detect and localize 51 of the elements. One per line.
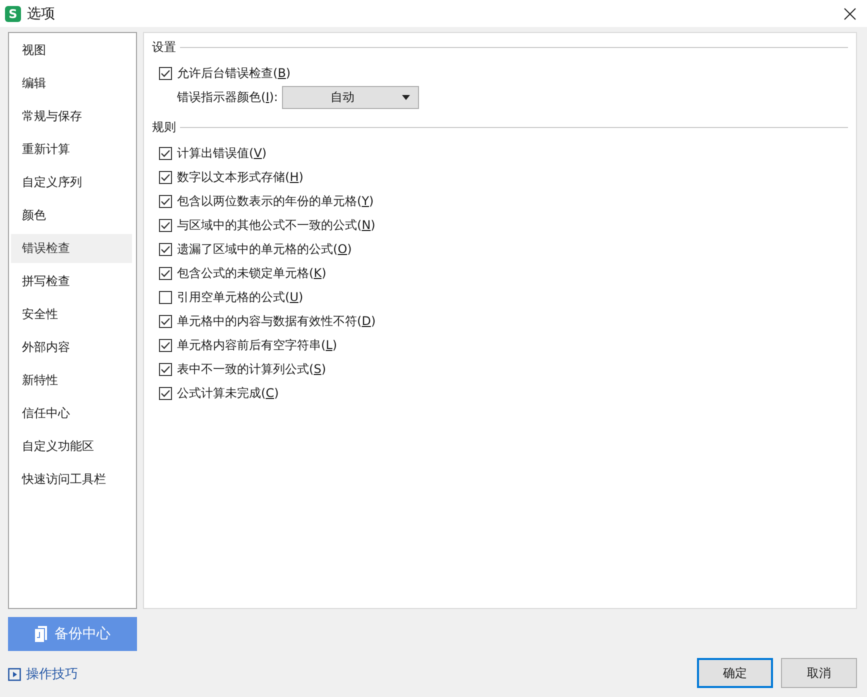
caret-icon (402, 94, 410, 100)
checkbox[interactable] (159, 218, 172, 232)
checkbox-label[interactable]: 计算出错误值(V) (177, 144, 267, 162)
field-label: 错误指示器颜色(I): (177, 88, 278, 106)
checkbox-label[interactable]: 单元格中的内容与数据有效性不符(D) (177, 312, 376, 330)
sidebar-item[interactable]: 颜色 (11, 201, 132, 230)
checkbox-label[interactable]: 引用空单元格的公式(U) (177, 288, 304, 306)
sidebar-item[interactable]: 重新计算 (11, 135, 132, 164)
color-dropdown[interactable]: 自动 (282, 86, 419, 108)
dialog-button[interactable]: 确定 (697, 658, 773, 688)
checkbox-label[interactable]: 包含公式的未锁定单元格(K) (177, 264, 326, 282)
checkbox[interactable] (159, 314, 172, 328)
sidebar-item[interactable]: 视图 (11, 36, 132, 65)
checkbox[interactable] (159, 386, 172, 400)
checkbox[interactable] (159, 290, 172, 304)
document-icon (34, 626, 46, 642)
checkbox[interactable] (159, 266, 172, 280)
checkbox[interactable] (159, 362, 172, 376)
checkbox[interactable] (159, 170, 172, 184)
sidebar-item[interactable]: 安全性 (11, 300, 132, 329)
checkbox-label[interactable]: 与区域中的其他公式不一致的公式(N) (177, 216, 376, 234)
checkbox[interactable] (159, 194, 172, 208)
checkbox-label[interactable]: 公式计算未完成(C) (177, 384, 279, 402)
checkbox[interactable] (159, 146, 172, 160)
sidebar-item[interactable]: 信任中心 (11, 399, 132, 428)
sidebar-item[interactable]: 新特性 (11, 366, 132, 395)
sidebar-item[interactable]: 自定义功能区 (11, 432, 132, 461)
sidebar-item[interactable]: 自定义序列 (11, 168, 132, 197)
sidebar-item[interactable]: 错误检查 (11, 234, 132, 263)
sidebar-item[interactable]: 编辑 (11, 69, 132, 98)
app-logo: S (5, 6, 21, 22)
section-title: 规则 (152, 118, 176, 136)
checkbox-label[interactable]: 包含以两位数表示的年份的单元格(Y) (177, 192, 374, 210)
play-icon[interactable] (8, 668, 21, 680)
section-title: 设置 (152, 38, 176, 56)
checkbox-label[interactable]: 遗漏了区域中的单元格的公式(O) (177, 240, 352, 258)
window-title: 选项 (27, 4, 56, 22)
dialog-button[interactable]: 取消 (781, 658, 857, 688)
checkbox[interactable] (159, 338, 172, 352)
sidebar-item[interactable]: 常规与保存 (11, 102, 132, 131)
sidebar-item[interactable]: 外部内容 (11, 333, 132, 362)
checkbox-label[interactable]: 表中不一致的计算列公式(S) (177, 360, 326, 378)
checkbox-label[interactable]: 单元格内容前后有空字符串(L) (177, 336, 338, 354)
close-icon[interactable] (844, 8, 856, 20)
tips-link[interactable]: 操作技巧 (26, 665, 78, 683)
checkbox-label[interactable]: 数字以文本形式存储(H) (177, 168, 304, 186)
sidebar-item[interactable]: 快速访问工具栏 (11, 465, 132, 494)
checkbox-label[interactable]: 允许后台错误检查(B) (177, 64, 291, 82)
checkbox[interactable] (159, 66, 172, 80)
sidebar-item[interactable]: 拼写检查 (11, 267, 132, 296)
checkbox[interactable] (159, 242, 172, 256)
